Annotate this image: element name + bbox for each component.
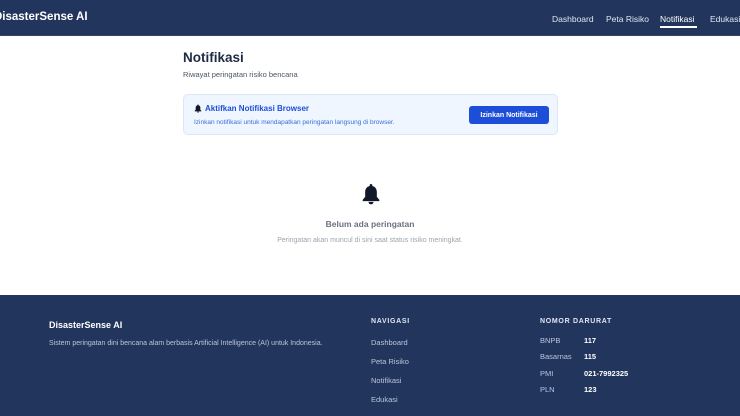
footer-link-dashboard[interactable]: Dashboard: [371, 338, 408, 347]
bell-icon: [362, 184, 380, 205]
active-nav-indicator: [660, 26, 697, 28]
top-navbar: DisasterSense AI Dashboard Peta Risiko N…: [0, 0, 740, 36]
emergency-label-basarnas: Basarnas: [540, 352, 572, 361]
footer-brand: DisasterSense AI: [49, 320, 123, 330]
nav-link-notifikasi[interactable]: Notifikasi: [660, 14, 694, 24]
footer-link-notifikasi[interactable]: Notifikasi: [371, 376, 401, 385]
emergency-label-pmi: PMI: [540, 369, 554, 378]
card-description: Izinkan notifikasi untuk mendapatkan per…: [194, 119, 395, 126]
emergency-number-bnpb: 117: [584, 336, 597, 345]
emergency-number-pln: 123: [584, 385, 597, 394]
footer-emergency-heading: NOMOR DARURAT: [540, 318, 612, 325]
emergency-label-pln: PLN: [540, 385, 555, 394]
page-subtitle: Riwayat peringatan risiko bencana: [183, 70, 298, 79]
footer-link-edukasi[interactable]: Edukasi: [371, 395, 398, 404]
footer-description: Sistem peringatan dini bencana alam berb…: [49, 340, 323, 347]
emergency-number-basarnas: 115: [584, 352, 597, 361]
footer-nav-heading: NAVIGASI: [371, 318, 410, 325]
brand-logo-text[interactable]: DisasterSense AI: [0, 11, 88, 23]
main-content: [0, 36, 740, 295]
empty-state-description: Peringatan akan muncul di sini saat stat…: [277, 237, 463, 244]
emergency-label-bnpb: BNPB: [540, 336, 561, 345]
footer: DisasterSense AI Sistem peringatan dini …: [0, 295, 740, 416]
page-title: Notifikasi: [183, 50, 244, 65]
nav-link-dashboard[interactable]: Dashboard: [552, 14, 594, 24]
bell-icon: [194, 104, 202, 113]
emergency-number-pmi: 021-7992325: [584, 369, 629, 378]
browser-notification-card: Aktifkan Notifikasi Browser Izinkan noti…: [183, 94, 558, 135]
footer-link-peta-risiko[interactable]: Peta Risiko: [371, 357, 409, 366]
card-title: Aktifkan Notifikasi Browser: [205, 104, 310, 113]
nav-link-edukasi[interactable]: Edukasi: [710, 14, 740, 24]
allow-notification-button[interactable]: Izinkan Notifikasi: [469, 106, 549, 124]
nav-link-peta-risiko[interactable]: Peta Risiko: [606, 14, 649, 24]
empty-state-title: Belum ada peringatan: [325, 219, 415, 229]
